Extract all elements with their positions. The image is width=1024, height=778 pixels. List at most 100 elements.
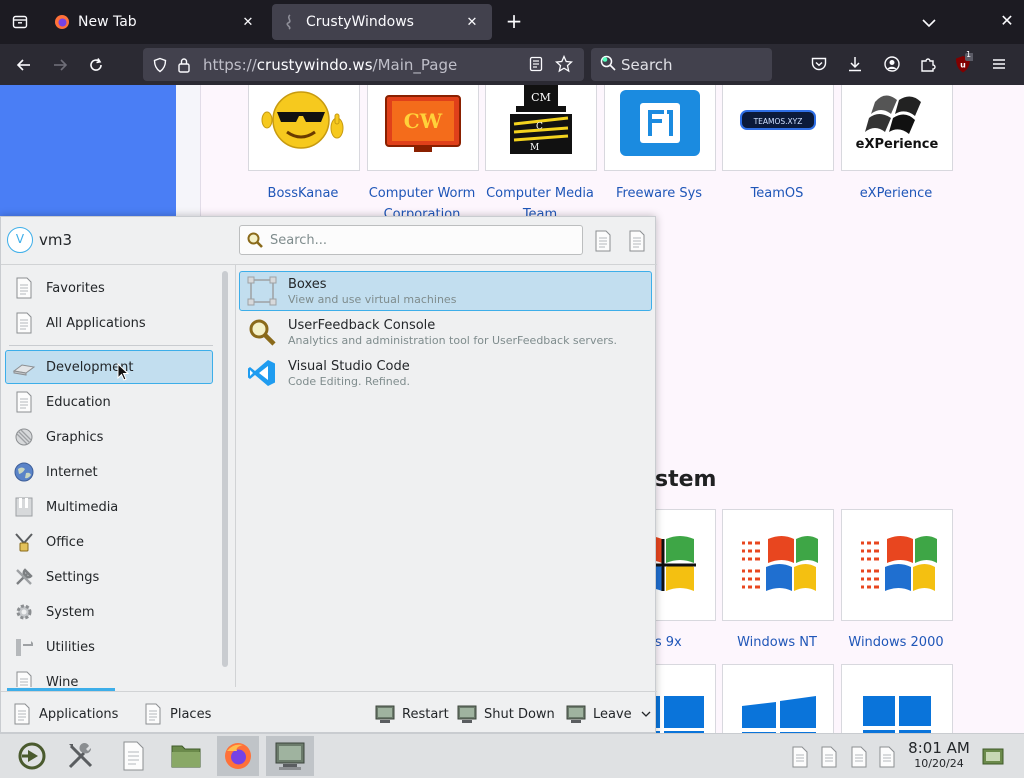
reload-button[interactable] xyxy=(81,50,111,80)
pocket-icon[interactable] xyxy=(808,53,830,75)
category-multimedia[interactable]: Multimedia xyxy=(5,490,213,524)
hamburger-menu-icon[interactable] xyxy=(988,53,1010,75)
document-icon xyxy=(12,390,36,414)
downloads-icon[interactable] xyxy=(844,53,866,75)
file-manager-task[interactable] xyxy=(166,736,206,776)
application-launcher-button[interactable] xyxy=(12,736,52,776)
category-education[interactable]: Education xyxy=(5,385,213,419)
pane-separator xyxy=(235,265,236,687)
freeware-sys-tile[interactable] xyxy=(604,85,716,171)
forward-button[interactable] xyxy=(45,50,75,80)
tab-new-tab[interactable]: New Tab ✕ xyxy=(44,4,268,40)
lock-icon[interactable] xyxy=(173,54,195,76)
category-wine[interactable]: Wine xyxy=(5,665,213,687)
app-visual-studio-code[interactable]: Visual Studio Code Code Editing. Refined… xyxy=(239,353,652,393)
windows-modern-tile[interactable] xyxy=(722,664,834,733)
launcher-search-field[interactable]: Search... xyxy=(239,225,583,255)
tray-document-icon[interactable] xyxy=(820,746,838,768)
new-tab-button[interactable]: + xyxy=(502,10,526,34)
system-settings-task[interactable] xyxy=(61,736,101,776)
configure-button[interactable] xyxy=(593,229,613,253)
user-name: vm3 xyxy=(39,231,73,249)
tab-label: New Tab xyxy=(78,14,137,30)
app-description: Analytics and administration tool for Us… xyxy=(288,333,617,347)
category-graphics[interactable]: Graphics xyxy=(5,420,213,454)
show-desktop-icon[interactable] xyxy=(982,746,1004,768)
tracking-protection-shield-icon[interactable] xyxy=(149,54,171,76)
teamos-text: TEAMOS.XYZ xyxy=(753,117,803,126)
computer-media-team-tile[interactable]: CM C M xyxy=(485,85,597,171)
digital-clock[interactable]: 8:01 AM 10/20/24 xyxy=(902,740,976,771)
category-office[interactable]: Office xyxy=(5,525,213,559)
windows-nt-tile[interactable] xyxy=(722,509,834,621)
applications-tab[interactable]: Applications xyxy=(11,702,118,726)
category-system[interactable]: System xyxy=(5,595,213,629)
reader-view-icon[interactable] xyxy=(525,53,547,75)
account-icon[interactable] xyxy=(881,53,903,75)
search-bar[interactable]: Search xyxy=(591,48,772,81)
category-favorites[interactable]: Favorites xyxy=(5,271,213,305)
back-button[interactable] xyxy=(9,50,39,80)
launcher-header: V vm3 Search... xyxy=(1,217,657,265)
shut-down-button[interactable]: Shut Down xyxy=(456,702,555,726)
category-label: Utilities xyxy=(46,639,95,655)
document-icon xyxy=(629,230,645,252)
ublock-origin-icon[interactable]: u 1 xyxy=(952,50,974,75)
experience-link[interactable]: eXPerience xyxy=(821,183,971,204)
utilities-icon xyxy=(12,635,36,659)
extensions-puzzle-icon[interactable] xyxy=(917,53,939,75)
windows-logo-icon xyxy=(863,696,931,733)
launcher-logo-icon xyxy=(18,742,46,770)
tab-list-button[interactable] xyxy=(6,8,34,36)
pin-button[interactable] xyxy=(627,229,647,253)
category-all-applications[interactable]: All Applications xyxy=(5,306,213,340)
restart-button[interactable]: Restart xyxy=(374,702,449,726)
app-userfeedback-console[interactable]: UserFeedback Console Analytics and admin… xyxy=(239,312,652,352)
window-close-icon[interactable]: ✕ xyxy=(996,10,1018,32)
places-tab-label: Places xyxy=(170,706,212,722)
bookmark-star-icon[interactable] xyxy=(553,53,575,75)
category-utilities[interactable]: Utilities xyxy=(5,630,213,664)
tray-document-icon[interactable] xyxy=(878,746,896,768)
document-icon xyxy=(12,311,36,335)
tray-document-icon[interactable] xyxy=(850,746,868,768)
leave-button[interactable]: Leave xyxy=(565,702,652,726)
windows-2000-tile[interactable] xyxy=(841,509,953,621)
windows-modern-tile[interactable] xyxy=(841,664,953,733)
windows-2000-link[interactable]: Windows 2000 xyxy=(821,632,971,653)
browser-tab-bar: New Tab ✕ CrustyWindows ✕ + ✕ xyxy=(0,0,1024,44)
close-tab-icon[interactable]: ✕ xyxy=(462,12,482,32)
terminal-task[interactable] xyxy=(266,736,314,776)
category-label: Wine xyxy=(46,674,79,688)
url-text[interactable]: https://crustywindo.ws/Main_Page xyxy=(203,56,457,74)
category-development[interactable]: Development xyxy=(5,350,213,384)
firefox-task[interactable] xyxy=(217,736,259,776)
graphics-icon xyxy=(12,425,36,449)
app-boxes[interactable]: Boxes View and use virtual machines xyxy=(239,271,652,311)
url-bar[interactable]: https://crustywindo.ws/Main_Page xyxy=(143,48,584,81)
places-tab[interactable]: Places xyxy=(142,702,211,726)
url-host: crustywindo.ws xyxy=(256,55,373,74)
search-engine-icon[interactable] xyxy=(599,54,617,76)
teamos-tile[interactable]: TEAMOS.XYZ xyxy=(722,85,834,171)
tray-document-icon[interactable] xyxy=(791,746,809,768)
category-internet[interactable]: Internet xyxy=(5,455,213,489)
category-scrollbar[interactable] xyxy=(222,271,228,667)
app-name: Boxes xyxy=(288,276,327,292)
list-all-tabs-chevron-icon[interactable] xyxy=(918,12,940,34)
close-tab-icon[interactable]: ✕ xyxy=(238,12,258,32)
category-settings[interactable]: Settings xyxy=(5,560,213,594)
experience-tile[interactable]: eXPerience xyxy=(841,85,953,171)
document-icon xyxy=(11,703,33,725)
tab-crustywindows[interactable]: CrustyWindows ✕ xyxy=(272,4,492,40)
clock-date: 10/20/24 xyxy=(914,757,964,770)
user-avatar[interactable]: V xyxy=(7,227,33,253)
computer-worm-corporation-tile[interactable]: CW xyxy=(367,85,479,171)
url-path: /Main_Page xyxy=(372,55,458,74)
magnifier-icon xyxy=(246,316,278,348)
bosskanae-tile[interactable] xyxy=(248,85,360,171)
globe-icon xyxy=(12,460,36,484)
chevron-down-icon xyxy=(641,711,651,717)
document-task[interactable] xyxy=(113,736,153,776)
app-name: Visual Studio Code xyxy=(288,358,410,374)
